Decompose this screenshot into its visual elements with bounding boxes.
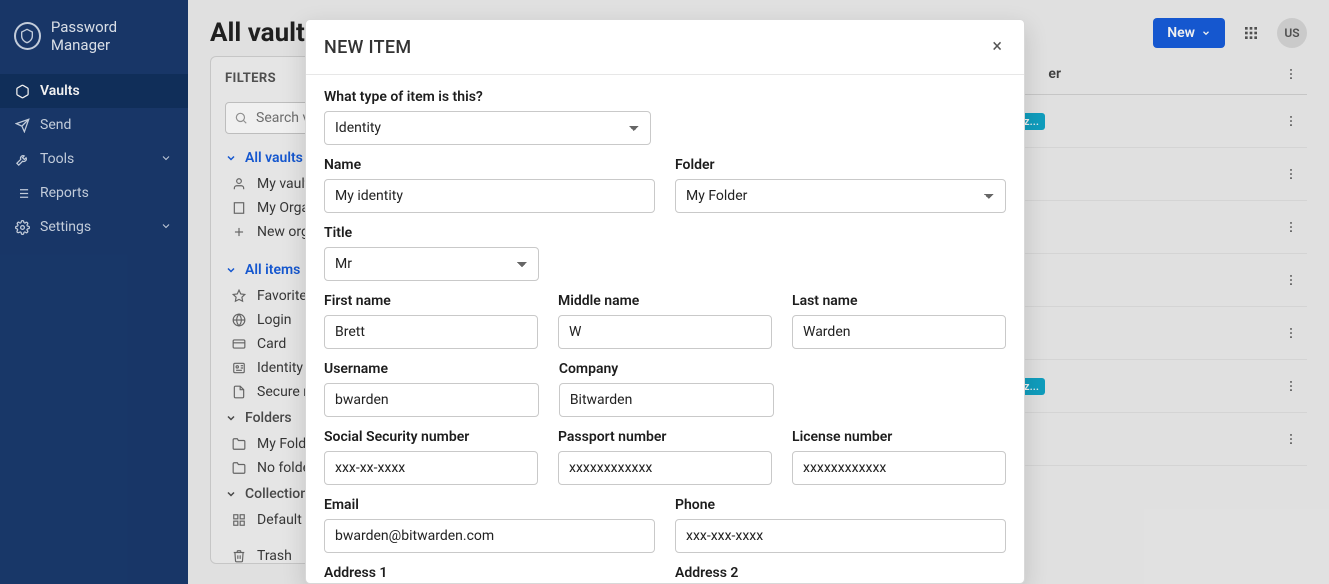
first-name-label: First name [324,293,538,309]
middle-name-input[interactable] [558,315,772,349]
last-name-input[interactable] [792,315,1006,349]
modal-body: What type of item is this? Identity Name… [306,75,1024,584]
company-label: Company [559,361,774,377]
passport-label: Passport number [558,429,772,445]
ssn-label: Social Security number [324,429,538,445]
address2-label: Address 2 [675,565,1006,581]
license-input[interactable] [792,451,1006,485]
passport-input[interactable] [558,451,772,485]
modal-title: NEW ITEM [324,37,411,58]
first-name-input[interactable] [324,315,538,349]
company-input[interactable] [559,383,774,417]
folder-select[interactable]: My Folder [675,179,1006,213]
name-label: Name [324,157,655,173]
new-item-modal: NEW ITEM × What type of item is this? Id… [305,19,1025,584]
close-icon[interactable]: × [988,36,1006,58]
title-select[interactable]: Mr [324,247,539,281]
email-input[interactable] [324,519,655,553]
phone-input[interactable] [675,519,1006,553]
username-label: Username [324,361,539,377]
title-label: Title [324,225,1006,241]
username-input[interactable] [324,383,539,417]
email-label: Email [324,497,655,513]
license-label: License number [792,429,1006,445]
last-name-label: Last name [792,293,1006,309]
address1-label: Address 1 [324,565,655,581]
type-select[interactable]: Identity [324,111,651,145]
folder-label: Folder [675,157,1006,173]
phone-label: Phone [675,497,1006,513]
name-input[interactable] [324,179,655,213]
modal-header: NEW ITEM × [306,20,1024,75]
ssn-input[interactable] [324,451,538,485]
middle-name-label: Middle name [558,293,772,309]
type-label: What type of item is this? [324,89,1006,105]
